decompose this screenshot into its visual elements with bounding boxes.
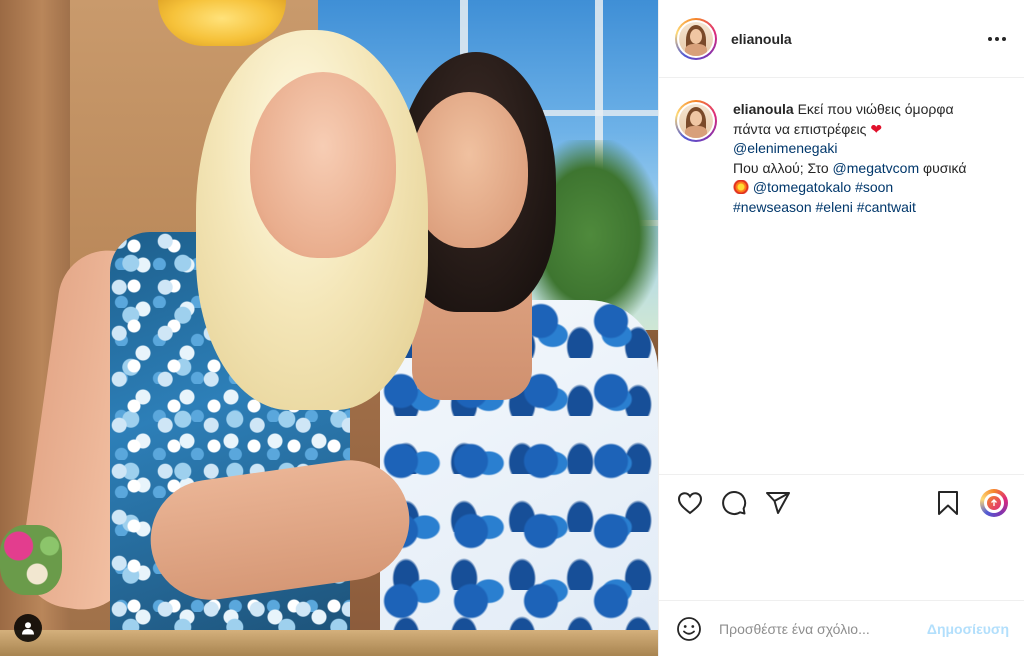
more-options-button[interactable] <box>985 28 1009 50</box>
heart-emoji-icon: ❤ <box>870 120 883 137</box>
avatar-image <box>679 104 713 138</box>
comment-icon <box>722 490 747 515</box>
header-username[interactable]: elianoula <box>731 31 792 47</box>
comment-input[interactable] <box>719 620 919 637</box>
comment-button[interactable] <box>719 488 749 518</box>
hashtag-link[interactable]: #soon <box>855 179 893 195</box>
caption-line: φυσικά <box>923 159 967 176</box>
hashtag-link[interactable]: #eleni <box>816 199 853 215</box>
boost-button[interactable] <box>979 488 1009 518</box>
action-bar <box>659 474 1024 530</box>
caption: elianoula Εκεί που νιώθεις όμορφα πάντα … <box>675 100 1015 217</box>
post-photo[interactable] <box>0 0 658 656</box>
caption-line: πάντα να επιστρέφεις <box>733 120 867 137</box>
post-header: elianoula <box>659 0 1024 78</box>
comment-bar: Δημοσίευση <box>659 600 1024 656</box>
emoji-icon <box>677 616 701 641</box>
more-horizontal-icon <box>988 37 992 41</box>
post-side-panel: elianoula elianoula Εκεί που νιώθεις όμο… <box>658 0 1024 656</box>
flower-bouquet <box>0 525 62 595</box>
mention-link[interactable]: @tomegatokalo <box>753 179 851 195</box>
save-button[interactable] <box>933 488 963 518</box>
caption-text: elianoula Εκεί που νιώθεις όμορφα πάντα … <box>733 100 1003 217</box>
hashtag-link[interactable]: #cantwait <box>857 199 916 215</box>
bookmark-icon <box>938 490 958 515</box>
like-button[interactable] <box>675 488 705 518</box>
emoji-button[interactable] <box>675 615 703 643</box>
post-comment-button[interactable]: Δημοσίευση <box>927 621 1009 637</box>
user-tag-button[interactable] <box>14 614 42 642</box>
user-icon <box>22 622 34 635</box>
share-icon <box>766 491 790 514</box>
caption-line: Εκεί που νιώθεις όμορφα <box>797 101 954 117</box>
mention-link[interactable]: @megatvcom <box>833 160 920 176</box>
woman-left-face <box>250 72 396 258</box>
mention-link[interactable]: @elenimenegaki <box>733 140 838 156</box>
boost-icon <box>980 488 1008 517</box>
caption-avatar[interactable] <box>675 100 717 142</box>
avatar[interactable] <box>675 17 717 60</box>
share-button[interactable] <box>763 488 793 518</box>
hashtag-link[interactable]: #newseason <box>733 199 812 215</box>
avatar-image <box>679 21 713 56</box>
caption-line: Που αλλού; Στο <box>733 159 829 176</box>
heart-icon <box>677 491 703 514</box>
caption-username[interactable]: elianoula <box>733 101 794 117</box>
collision-emoji-icon <box>733 180 749 194</box>
table-edge <box>0 630 658 656</box>
